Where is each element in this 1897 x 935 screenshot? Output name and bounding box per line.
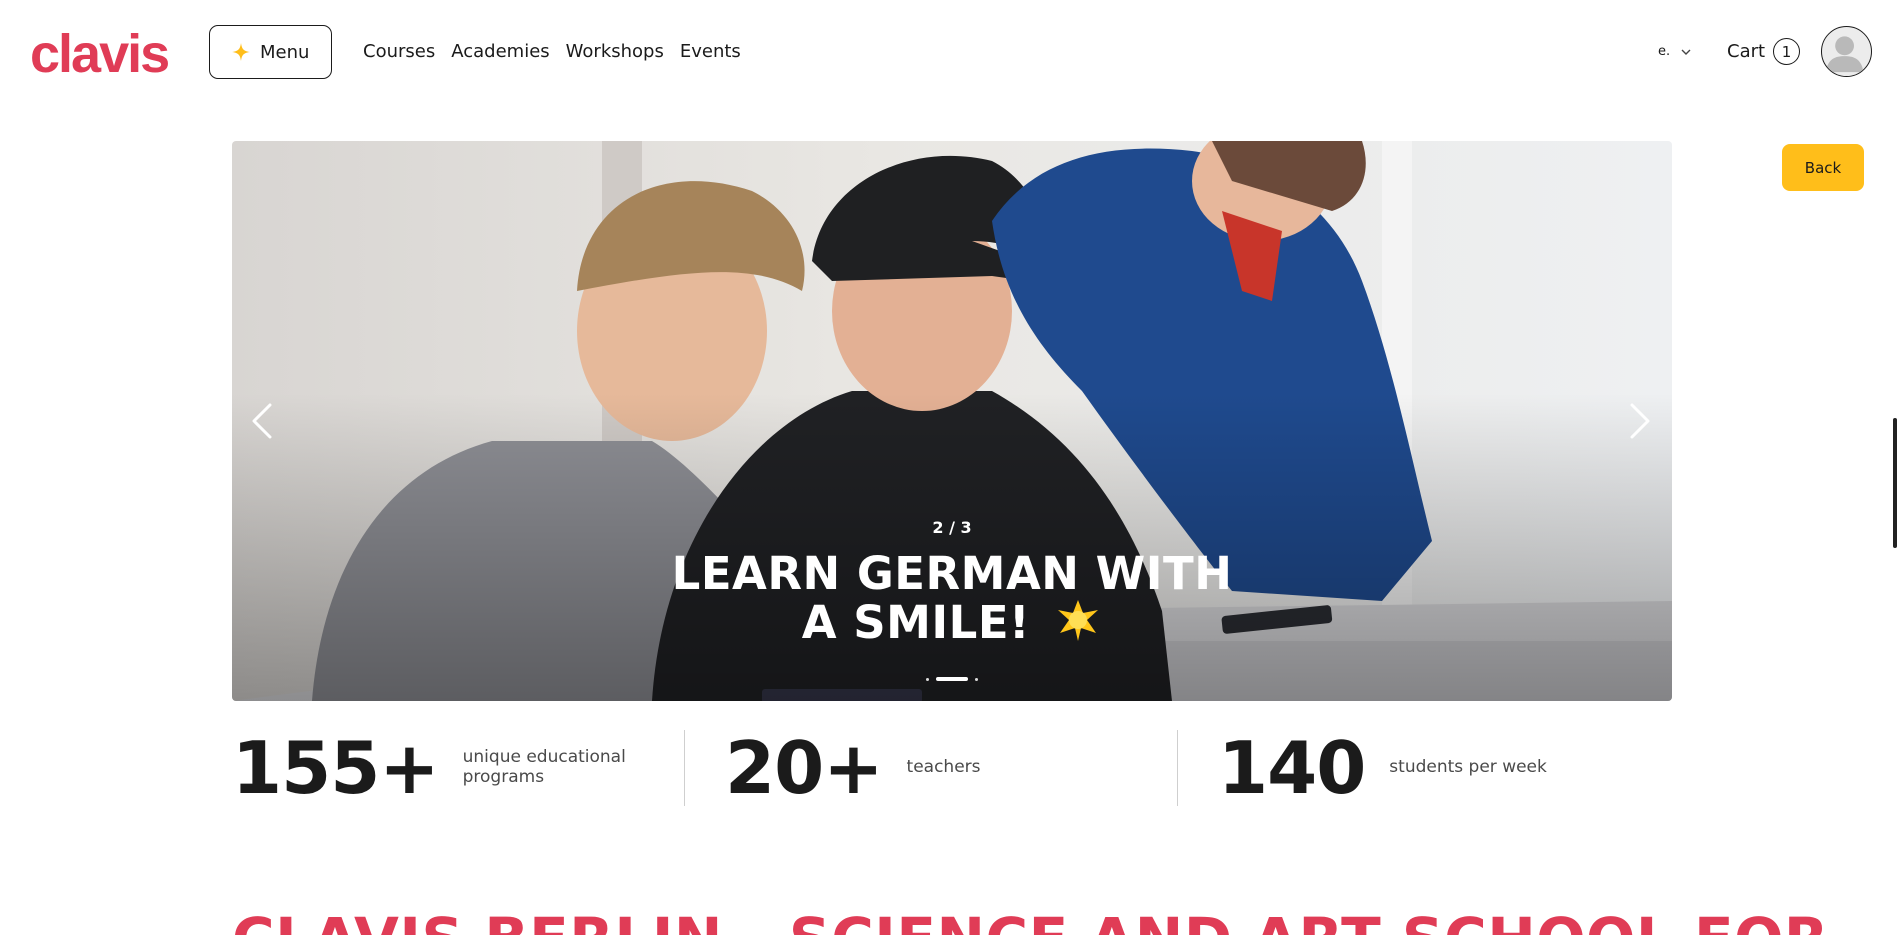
svg-text:clavis: clavis xyxy=(30,24,168,80)
hero-headline: LEARN GERMAN WITH A SMILE! xyxy=(652,549,1252,647)
stat-value: 155+ xyxy=(232,726,440,810)
hero-headline-text: LEARN GERMAN WITH A SMILE! xyxy=(671,547,1233,649)
slide-dot-3[interactable] xyxy=(975,677,978,681)
slide-counter: 2 / 3 xyxy=(932,518,972,537)
chevron-left-icon[interactable] xyxy=(242,399,286,443)
sparkle-icon xyxy=(232,43,250,61)
section-title: CLAVIS BERLIN - SCIENCE AND ART SCHOOL F… xyxy=(232,904,1829,935)
stat-value: 20+ xyxy=(725,726,884,810)
stat-label: unique educational programs xyxy=(462,747,626,787)
language-select[interactable]: e. xyxy=(1658,40,1692,64)
hero-slider: 2 / 3 LEARN GERMAN WITH A SMILE! xyxy=(232,141,1672,701)
scrollbar-handle[interactable] xyxy=(1893,418,1897,548)
stat-teachers: 20+ teachers xyxy=(684,730,1177,806)
user-avatar[interactable] xyxy=(1821,26,1872,77)
stat-label: students per week xyxy=(1389,757,1547,777)
cart-count-badge: 1 xyxy=(1773,38,1801,65)
stat-programs: 155+ unique educational programs xyxy=(232,730,684,806)
stats-bar: 155+ unique educational programs 20+ tea… xyxy=(232,730,1672,806)
back-button[interactable]: Back xyxy=(1782,144,1864,191)
slide-dot-1[interactable] xyxy=(926,677,929,681)
site-header: clavis Menu Courses Academies Workshops … xyxy=(0,0,1897,104)
clavis-logo[interactable]: clavis xyxy=(30,22,170,80)
chevron-down-icon xyxy=(1681,49,1691,55)
slide-dots xyxy=(232,677,1672,681)
stat-students: 140 students per week xyxy=(1177,730,1670,806)
stat-value: 140 xyxy=(1218,726,1366,810)
nav-workshops[interactable]: Workshops xyxy=(566,40,664,64)
chevron-right-icon[interactable] xyxy=(1616,399,1660,443)
nav-courses[interactable]: Courses xyxy=(363,40,435,64)
glowing-star-icon xyxy=(1058,600,1099,641)
menu-button[interactable]: Menu xyxy=(209,25,332,79)
nav-events[interactable]: Events xyxy=(680,40,741,64)
cart-button[interactable]: Cart 1 xyxy=(1727,38,1801,65)
language-value: e. xyxy=(1658,44,1671,59)
stat-label: teachers xyxy=(906,757,981,777)
main-nav: Courses Academies Workshops Events xyxy=(363,40,741,64)
menu-label: Menu xyxy=(260,41,310,63)
cart-label: Cart xyxy=(1727,41,1766,62)
slide-dot-2[interactable] xyxy=(936,677,968,681)
nav-academies[interactable]: Academies xyxy=(451,40,549,64)
user-icon xyxy=(1825,36,1864,73)
